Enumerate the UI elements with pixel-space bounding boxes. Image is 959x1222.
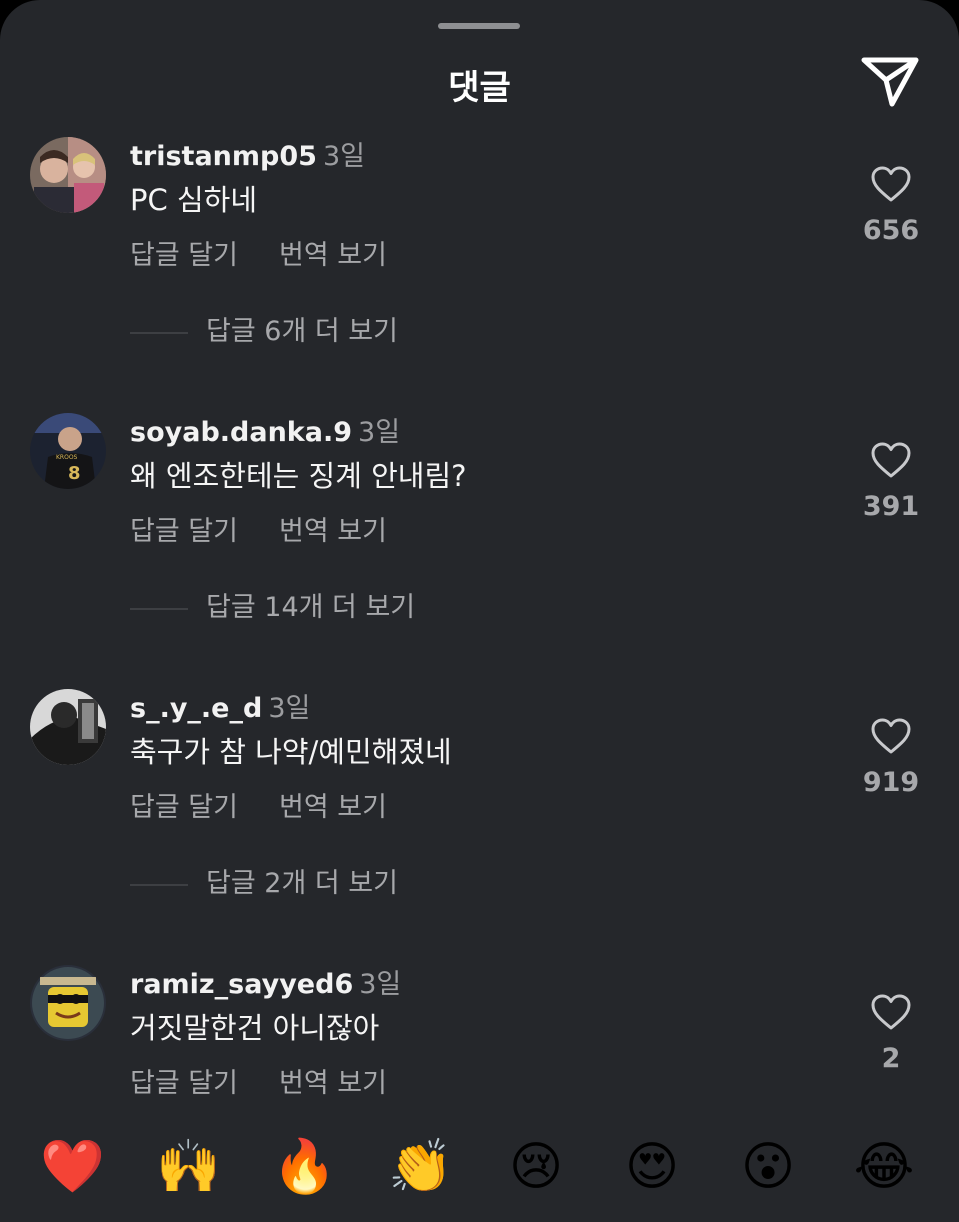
like-count: 919 xyxy=(862,767,920,798)
tears-of-joy-emoji-button[interactable]: 😂 xyxy=(852,1135,916,1199)
translate-button[interactable]: 번역 보기 xyxy=(279,792,387,823)
view-more-replies[interactable]: 답글 14개 더 보기 xyxy=(130,585,415,624)
reply-button[interactable]: 답글 달기 xyxy=(130,240,238,271)
drag-handle[interactable] xyxy=(438,23,520,29)
red-heart-emoji-button[interactable]: ❤️ xyxy=(40,1135,105,1199)
view-more-replies-label: 답글 6개 더 보기 xyxy=(206,316,398,347)
sheet-title: 댓글 xyxy=(448,68,511,108)
svg-text:8: 8 xyxy=(68,463,81,484)
username[interactable]: tristanmp05 xyxy=(130,141,317,172)
divider-line xyxy=(130,607,188,610)
comment-meta: soyab.danka.9 3일 xyxy=(130,410,400,449)
view-more-replies[interactable]: 답글 6개 더 보기 xyxy=(130,309,398,348)
like-control: 391 xyxy=(852,441,930,522)
like-control: 2 xyxy=(852,993,930,1074)
reply-button[interactable]: 답글 달기 xyxy=(130,792,238,823)
reply-button[interactable]: 답글 달기 xyxy=(130,516,238,547)
comment-item: s_.y_.e_d 3일 축구가 참 나약/예민해졌네 답글 달기 번역 보기 답… xyxy=(0,689,959,949)
clapping-hands-emoji-button[interactable]: 👏 xyxy=(388,1135,453,1199)
translate-button[interactable]: 번역 보기 xyxy=(279,1068,387,1099)
username[interactable]: soyab.danka.9 xyxy=(130,417,352,448)
surprised-face-emoji-button[interactable]: 😮 xyxy=(736,1135,800,1199)
comment-meta: tristanmp05 3일 xyxy=(130,134,365,173)
comment-item: tristanmp05 3일 PC 심하네 답글 달기 번역 보기 답글 6개 더… xyxy=(0,137,959,397)
comment-actions: 답글 달기 번역 보기 xyxy=(130,509,423,548)
timestamp: 3일 xyxy=(322,141,365,172)
view-more-replies-label: 답글 2개 더 보기 xyxy=(206,868,398,899)
avatar[interactable] xyxy=(30,689,106,765)
like-count: 391 xyxy=(862,491,920,522)
avatar[interactable]: 8 KROOS xyxy=(30,413,106,489)
heart-eyes-emoji-button[interactable]: 😍 xyxy=(620,1135,684,1199)
comment-actions: 답글 달기 번역 보기 xyxy=(130,233,423,272)
heart-icon[interactable] xyxy=(870,993,912,1031)
share-icon[interactable] xyxy=(858,52,922,112)
translate-button[interactable]: 번역 보기 xyxy=(279,240,387,271)
crying-face-emoji-button[interactable]: 😢 xyxy=(504,1135,568,1199)
divider-line xyxy=(130,883,188,886)
reply-button[interactable]: 답글 달기 xyxy=(130,1068,238,1099)
timestamp: 3일 xyxy=(358,417,401,448)
comment-meta: ramiz_sayyed6 3일 xyxy=(130,962,401,1001)
comments-sheet: 댓글 tristanmp05 3일 PC 심하네 답글 달기 번역 보기 답글 … xyxy=(0,0,959,1222)
heart-icon[interactable] xyxy=(870,165,912,203)
comment-actions: 답글 달기 번역 보기 xyxy=(130,1061,423,1100)
like-control: 919 xyxy=(852,717,930,798)
comment-meta: s_.y_.e_d 3일 xyxy=(130,686,310,725)
svg-text:KROOS: KROOS xyxy=(56,454,78,461)
comment-text: 거짓말한건 아니잖아 xyxy=(130,1011,380,1045)
heart-icon[interactable] xyxy=(870,717,912,755)
view-more-replies[interactable]: 답글 2개 더 보기 xyxy=(130,861,398,900)
translate-button[interactable]: 번역 보기 xyxy=(279,516,387,547)
timestamp: 3일 xyxy=(359,969,402,1000)
comment-text: 축구가 참 나약/예민해졌네 xyxy=(130,735,452,769)
username[interactable]: s_.y_.e_d xyxy=(130,693,262,724)
like-count: 656 xyxy=(862,215,920,246)
divider-line xyxy=(130,331,188,334)
heart-icon[interactable] xyxy=(870,441,912,479)
like-control: 656 xyxy=(852,165,930,246)
avatar[interactable] xyxy=(30,965,106,1041)
emoji-reaction-bar: ❤️ 🙌 🔥 👏 😢 😍 😮 😂 xyxy=(0,1135,959,1210)
raising-hands-emoji-button[interactable]: 🙌 xyxy=(156,1135,221,1199)
avatar[interactable] xyxy=(30,137,106,213)
comment-item: 8 KROOS soyab.danka.9 3일 왜 엔조한테는 징계 안내림? … xyxy=(0,413,959,673)
comment-actions: 답글 달기 번역 보기 xyxy=(130,785,423,824)
like-count: 2 xyxy=(881,1043,901,1074)
comment-text: PC 심하네 xyxy=(130,183,257,217)
username[interactable]: ramiz_sayyed6 xyxy=(130,969,353,1000)
comment-text: 왜 엔조한테는 징계 안내림? xyxy=(130,459,467,493)
timestamp: 3일 xyxy=(268,693,311,724)
fire-emoji-button[interactable]: 🔥 xyxy=(272,1135,337,1199)
view-more-replies-label: 답글 14개 더 보기 xyxy=(206,592,416,623)
